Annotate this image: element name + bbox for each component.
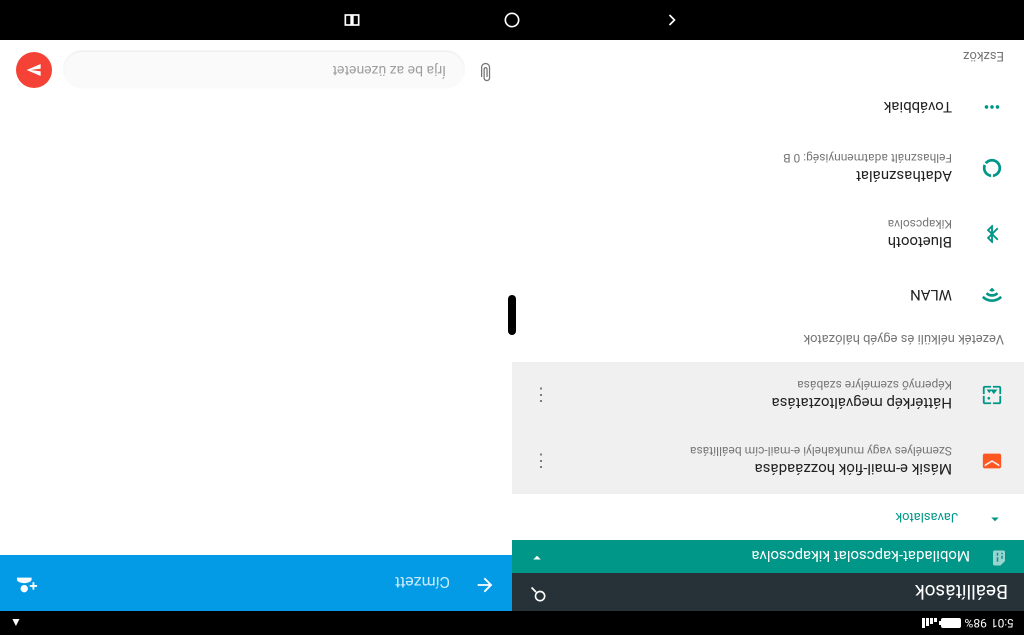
suggestion-email-title: Másik e-mail-fiók hozzáadása	[578, 460, 952, 478]
back-arrow-icon[interactable]	[474, 570, 496, 597]
suggestion-wallpaper[interactable]: Háttérkép megváltoztatása Képernyő szemé…	[512, 362, 1024, 428]
suggestions-header[interactable]: Javaslatok	[512, 494, 1024, 540]
nav-home-button[interactable]	[502, 10, 522, 30]
signal-icon	[922, 618, 937, 628]
navigation-bar	[0, 0, 1024, 40]
sim-icon	[990, 545, 1008, 567]
cast-icon: ▲	[10, 616, 22, 630]
bluetooth-icon	[980, 222, 1004, 246]
chevron-down-icon	[528, 545, 546, 567]
section-device: Eszköz	[512, 40, 1024, 79]
status-bar: 5:01 98% ▲	[0, 611, 1024, 635]
suggestion-wallpaper-title: Háttérkép megváltoztatása	[578, 394, 952, 412]
setting-wlan[interactable]: WLAN	[512, 267, 1024, 323]
chevron-up-icon	[986, 506, 1004, 528]
battery-icon	[941, 618, 961, 628]
suggestion-wallpaper-subtitle: Képernyő személyre szabása	[578, 378, 952, 392]
settings-header: Beállítások	[512, 573, 1024, 611]
bluetooth-title: Bluetooth	[532, 233, 952, 251]
suggestion-email-subtitle: Személyes vagy munkahelyi e-mail-cím beá…	[578, 444, 952, 458]
recipient-field[interactable]: Címzett	[62, 574, 450, 593]
suggestion-email[interactable]: Másik e-mail-fiók hozzáadása Személyes v…	[512, 428, 1024, 494]
time-label: 5:01	[991, 616, 1014, 630]
more-title: Továbbiak	[532, 98, 952, 116]
battery-label: 98%	[965, 616, 987, 630]
search-icon[interactable]	[528, 579, 548, 604]
setting-data-usage[interactable]: Adathasználat Felhasznált adatmennyiség:…	[512, 135, 1024, 201]
data-usage-icon	[980, 156, 1004, 180]
data-usage-subtitle: Felhasznált adatmennyiség: 0 B	[532, 151, 952, 165]
banner-text: Mobiladat-kapcsolat kikapcsolva	[751, 547, 970, 565]
split-divider-handle[interactable]	[508, 295, 516, 335]
more-icon[interactable]: ⋮	[532, 385, 550, 406]
mobile-data-banner[interactable]: Mobiladat-kapcsolat kikapcsolva	[512, 540, 1024, 573]
settings-pane: Beállítások Mobiladat-kapcsolat kikapcso…	[512, 40, 1024, 611]
bluetooth-subtitle: Kikapcsolva	[532, 217, 952, 231]
attach-icon[interactable]	[476, 58, 496, 83]
compose-input[interactable]: Írja be az üzenetet	[64, 52, 464, 88]
nav-back-button[interactable]	[662, 10, 682, 30]
wifi-icon	[980, 283, 1004, 307]
data-usage-title: Adathasználat	[532, 167, 952, 185]
send-button[interactable]	[16, 52, 52, 88]
wallpaper-icon	[980, 383, 1004, 407]
setting-bluetooth[interactable]: Bluetooth Kikapcsolva	[512, 201, 1024, 267]
wlan-title: WLAN	[532, 286, 952, 304]
setting-more[interactable]: Továbbiak	[512, 79, 1024, 135]
compose-bar: Írja be az üzenetet	[0, 40, 512, 100]
message-body	[0, 100, 512, 555]
messaging-header: Címzett	[0, 555, 512, 611]
suggestions-label: Javaslatok	[896, 510, 959, 525]
more-icon[interactable]: ⋮	[532, 451, 550, 472]
messaging-pane: Címzett Írja be az üzenetet	[0, 40, 512, 611]
more-horiz-icon	[980, 95, 1004, 119]
email-icon	[980, 449, 1004, 473]
add-person-icon[interactable]	[16, 570, 38, 597]
nav-recent-button[interactable]	[342, 10, 362, 30]
section-wireless: Vezeték nélküli és egyéb hálózatok	[512, 323, 1024, 362]
settings-title: Beállítások	[572, 580, 1008, 603]
